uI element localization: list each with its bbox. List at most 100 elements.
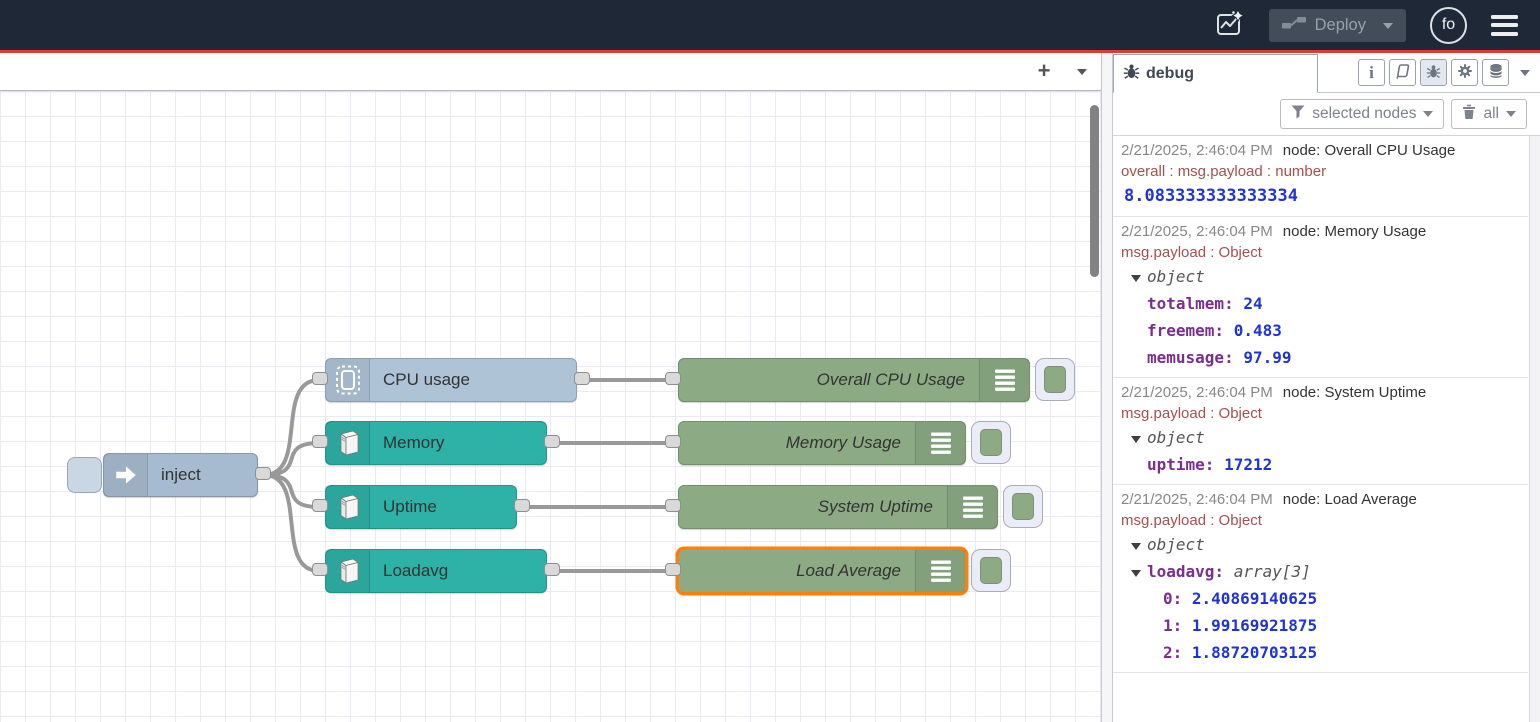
inject-arrow-icon <box>104 454 148 496</box>
port-in[interactable] <box>665 563 681 576</box>
port-in[interactable] <box>665 372 681 385</box>
debug-toggle-state <box>1044 366 1066 393</box>
flow-node-inject[interactable]: inject <box>103 453 258 497</box>
user-avatar[interactable]: fo <box>1430 7 1467 44</box>
debug-payload-path: msg.payload : Object <box>1121 510 1524 531</box>
debug-object-root: object <box>1121 424 1524 451</box>
add-flow-button[interactable]: + <box>1025 53 1063 90</box>
debug-toggle-button[interactable] <box>1035 358 1075 401</box>
debug-message-header: 2/21/2025, 2:46:04 PMnode: Overall CPU U… <box>1121 140 1524 161</box>
port-out[interactable] <box>574 372 590 385</box>
debug-tab-button[interactable] <box>1420 59 1447 86</box>
debug-array-item: 2: 1.88720703125 <box>1121 639 1524 666</box>
debug-toggle-button[interactable] <box>971 421 1011 464</box>
deploy-label: Deploy <box>1315 16 1366 35</box>
debug-toggle-button[interactable] <box>1003 485 1043 528</box>
debug-message-header: 2/21/2025, 2:46:04 PMnode: Load Average <box>1121 489 1524 510</box>
config-tab-button[interactable] <box>1451 59 1478 86</box>
debug-scrollbar-track[interactable] <box>1529 136 1540 722</box>
port-in[interactable] <box>312 372 328 385</box>
node-label: Memory <box>383 422 444 464</box>
debug-object-root: object <box>1121 263 1524 290</box>
debug-entry: uptime: 17212 <box>1121 451 1524 478</box>
gear-icon <box>1457 63 1473 82</box>
collapse-caret-icon[interactable] <box>1131 570 1141 582</box>
info-tab-button[interactable]: i <box>1358 59 1385 86</box>
inject-trigger-button[interactable] <box>67 457 102 493</box>
top-header: Deploy fo <box>0 0 1540 50</box>
node-label: System Uptime <box>818 486 933 528</box>
debug-lines-icon <box>947 486 997 528</box>
server-icon <box>326 422 370 464</box>
chevron-down-icon <box>1506 111 1516 122</box>
assistant-button[interactable] <box>1215 9 1245 42</box>
deploy-options-chevron-down-icon[interactable] <box>1383 23 1393 34</box>
sidebar-menu-chevron-down-icon[interactable] <box>1520 70 1530 81</box>
tab-debug[interactable]: debug <box>1113 54 1318 93</box>
flow-node-uptime[interactable]: Uptime <box>325 485 517 529</box>
debug-message: 2/21/2025, 2:46:04 PMnode: Load Averagem… <box>1113 485 1528 673</box>
sidebar-header: debug i <box>1113 53 1540 93</box>
flow-node-cpu-usage[interactable]: CPU usage <box>325 358 577 402</box>
sidebar-splitter[interactable] <box>1101 53 1113 722</box>
port-in[interactable] <box>312 563 328 576</box>
node-label: Memory Usage <box>786 422 901 464</box>
bug-icon <box>1123 63 1140 85</box>
flow-node-debug-overall-cpu[interactable]: Overall CPU Usage <box>678 358 1030 402</box>
flow-node-debug-memory[interactable]: Memory Usage <box>678 421 966 465</box>
port-out[interactable] <box>544 563 560 576</box>
server-icon <box>326 550 370 592</box>
canvas-vertical-scrollbar[interactable] <box>1090 105 1099 277</box>
debug-filter-button[interactable]: selected nodes <box>1280 99 1444 129</box>
port-in[interactable] <box>665 435 681 448</box>
debug-payload-path: overall : msg.payload : number <box>1121 161 1524 182</box>
flow-node-loadavg[interactable]: Loadavg <box>325 549 547 593</box>
debug-lines-icon <box>915 550 965 592</box>
info-icon: i <box>1369 64 1374 81</box>
port-in[interactable] <box>312 499 328 512</box>
main-menu-button[interactable] <box>1491 15 1518 36</box>
flow-node-debug-loadavg[interactable]: Load Average <box>678 549 966 593</box>
deploy-button[interactable]: Deploy <box>1269 9 1406 42</box>
debug-toggle-state <box>980 429 1002 456</box>
debug-timestamp: 2/21/2025, 2:46:04 PM <box>1121 384 1273 401</box>
bug-icon <box>1426 64 1441 82</box>
debug-toggle-button[interactable] <box>971 549 1011 592</box>
debug-toggle-state <box>1012 493 1034 520</box>
wire[interactable] <box>264 475 319 507</box>
debug-timestamp: 2/21/2025, 2:46:04 PM <box>1121 223 1273 240</box>
flow-node-memory[interactable]: Memory <box>325 421 547 465</box>
collapse-caret-icon[interactable] <box>1131 275 1141 287</box>
chevron-down-icon <box>1423 111 1433 122</box>
node-label: Loadavg <box>383 550 448 592</box>
collapse-caret-icon[interactable] <box>1131 436 1141 448</box>
flows-menu-button[interactable] <box>1063 53 1101 90</box>
port-in[interactable] <box>312 435 328 448</box>
help-tab-button[interactable] <box>1389 59 1416 86</box>
debug-entry: totalmem: 24 <box>1121 290 1524 317</box>
port-out[interactable] <box>514 499 530 512</box>
port-out[interactable] <box>255 467 271 480</box>
debug-source-node: node: Memory Usage <box>1283 223 1426 240</box>
node-label: Overall CPU Usage <box>817 359 965 401</box>
debug-clear-button[interactable]: all <box>1451 99 1527 129</box>
debug-payload-path: msg.payload : Object <box>1121 242 1524 263</box>
node-label: Uptime <box>383 486 437 528</box>
debug-payload-path: msg.payload : Object <box>1121 403 1524 424</box>
debug-message: 2/21/2025, 2:46:04 PMnode: System Uptime… <box>1113 378 1528 485</box>
port-in[interactable] <box>665 499 681 512</box>
tab-debug-label: debug <box>1146 65 1194 83</box>
debug-message-list: 2/21/2025, 2:46:04 PMnode: Overall CPU U… <box>1113 136 1540 722</box>
chip-icon <box>326 359 370 401</box>
debug-timestamp: 2/21/2025, 2:46:04 PM <box>1121 491 1273 508</box>
debug-clear-label: all <box>1483 105 1499 123</box>
collapse-caret-icon[interactable] <box>1131 543 1141 555</box>
node-label: Load Average <box>796 550 901 592</box>
flow-canvas[interactable]: inject CPU usage Memory Uptime Loadavg Overal… <box>0 91 1101 722</box>
context-tab-button[interactable] <box>1482 59 1509 86</box>
wire[interactable] <box>264 443 319 475</box>
port-out[interactable] <box>544 435 560 448</box>
flow-node-debug-uptime[interactable]: System Uptime <box>678 485 998 529</box>
debug-object-root: object <box>1121 531 1524 558</box>
node-label: CPU usage <box>383 359 470 401</box>
